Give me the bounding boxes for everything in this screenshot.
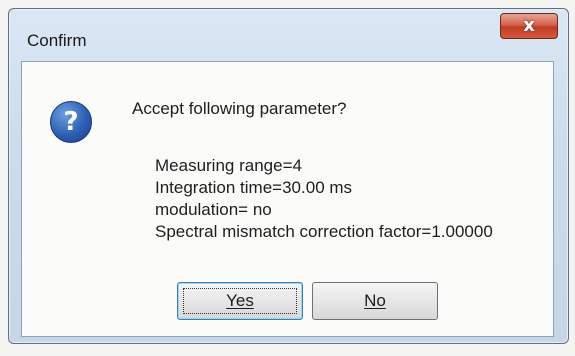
focus-rectangle	[183, 288, 297, 314]
parameter-spectral-mismatch: Spectral mismatch correction factor=1.00…	[155, 222, 493, 241]
close-icon: x	[523, 15, 535, 36]
prompt-text: Accept following parameter?	[132, 99, 347, 118]
parameter-measuring-range: Measuring range=4	[155, 156, 302, 175]
dialog-body: ? Accept following parameter? Measuring …	[21, 61, 554, 337]
parameter-list: Measuring range=4 Integration time=30.00…	[155, 155, 493, 243]
title-bar[interactable]: Confirm x	[9, 9, 568, 65]
confirm-dialog: Confirm x ? Accept following parameter? …	[8, 8, 569, 344]
window-title: Confirm	[27, 31, 87, 50]
question-icon: ?	[50, 101, 92, 143]
no-button[interactable]: No	[312, 282, 438, 320]
parameter-integration-time: Integration time=30.00 ms	[155, 178, 353, 197]
yes-button[interactable]: Yes	[177, 282, 303, 320]
no-button-label: No	[364, 291, 386, 310]
close-button[interactable]: x	[500, 13, 558, 39]
parameter-modulation: modulation= no	[155, 200, 272, 219]
